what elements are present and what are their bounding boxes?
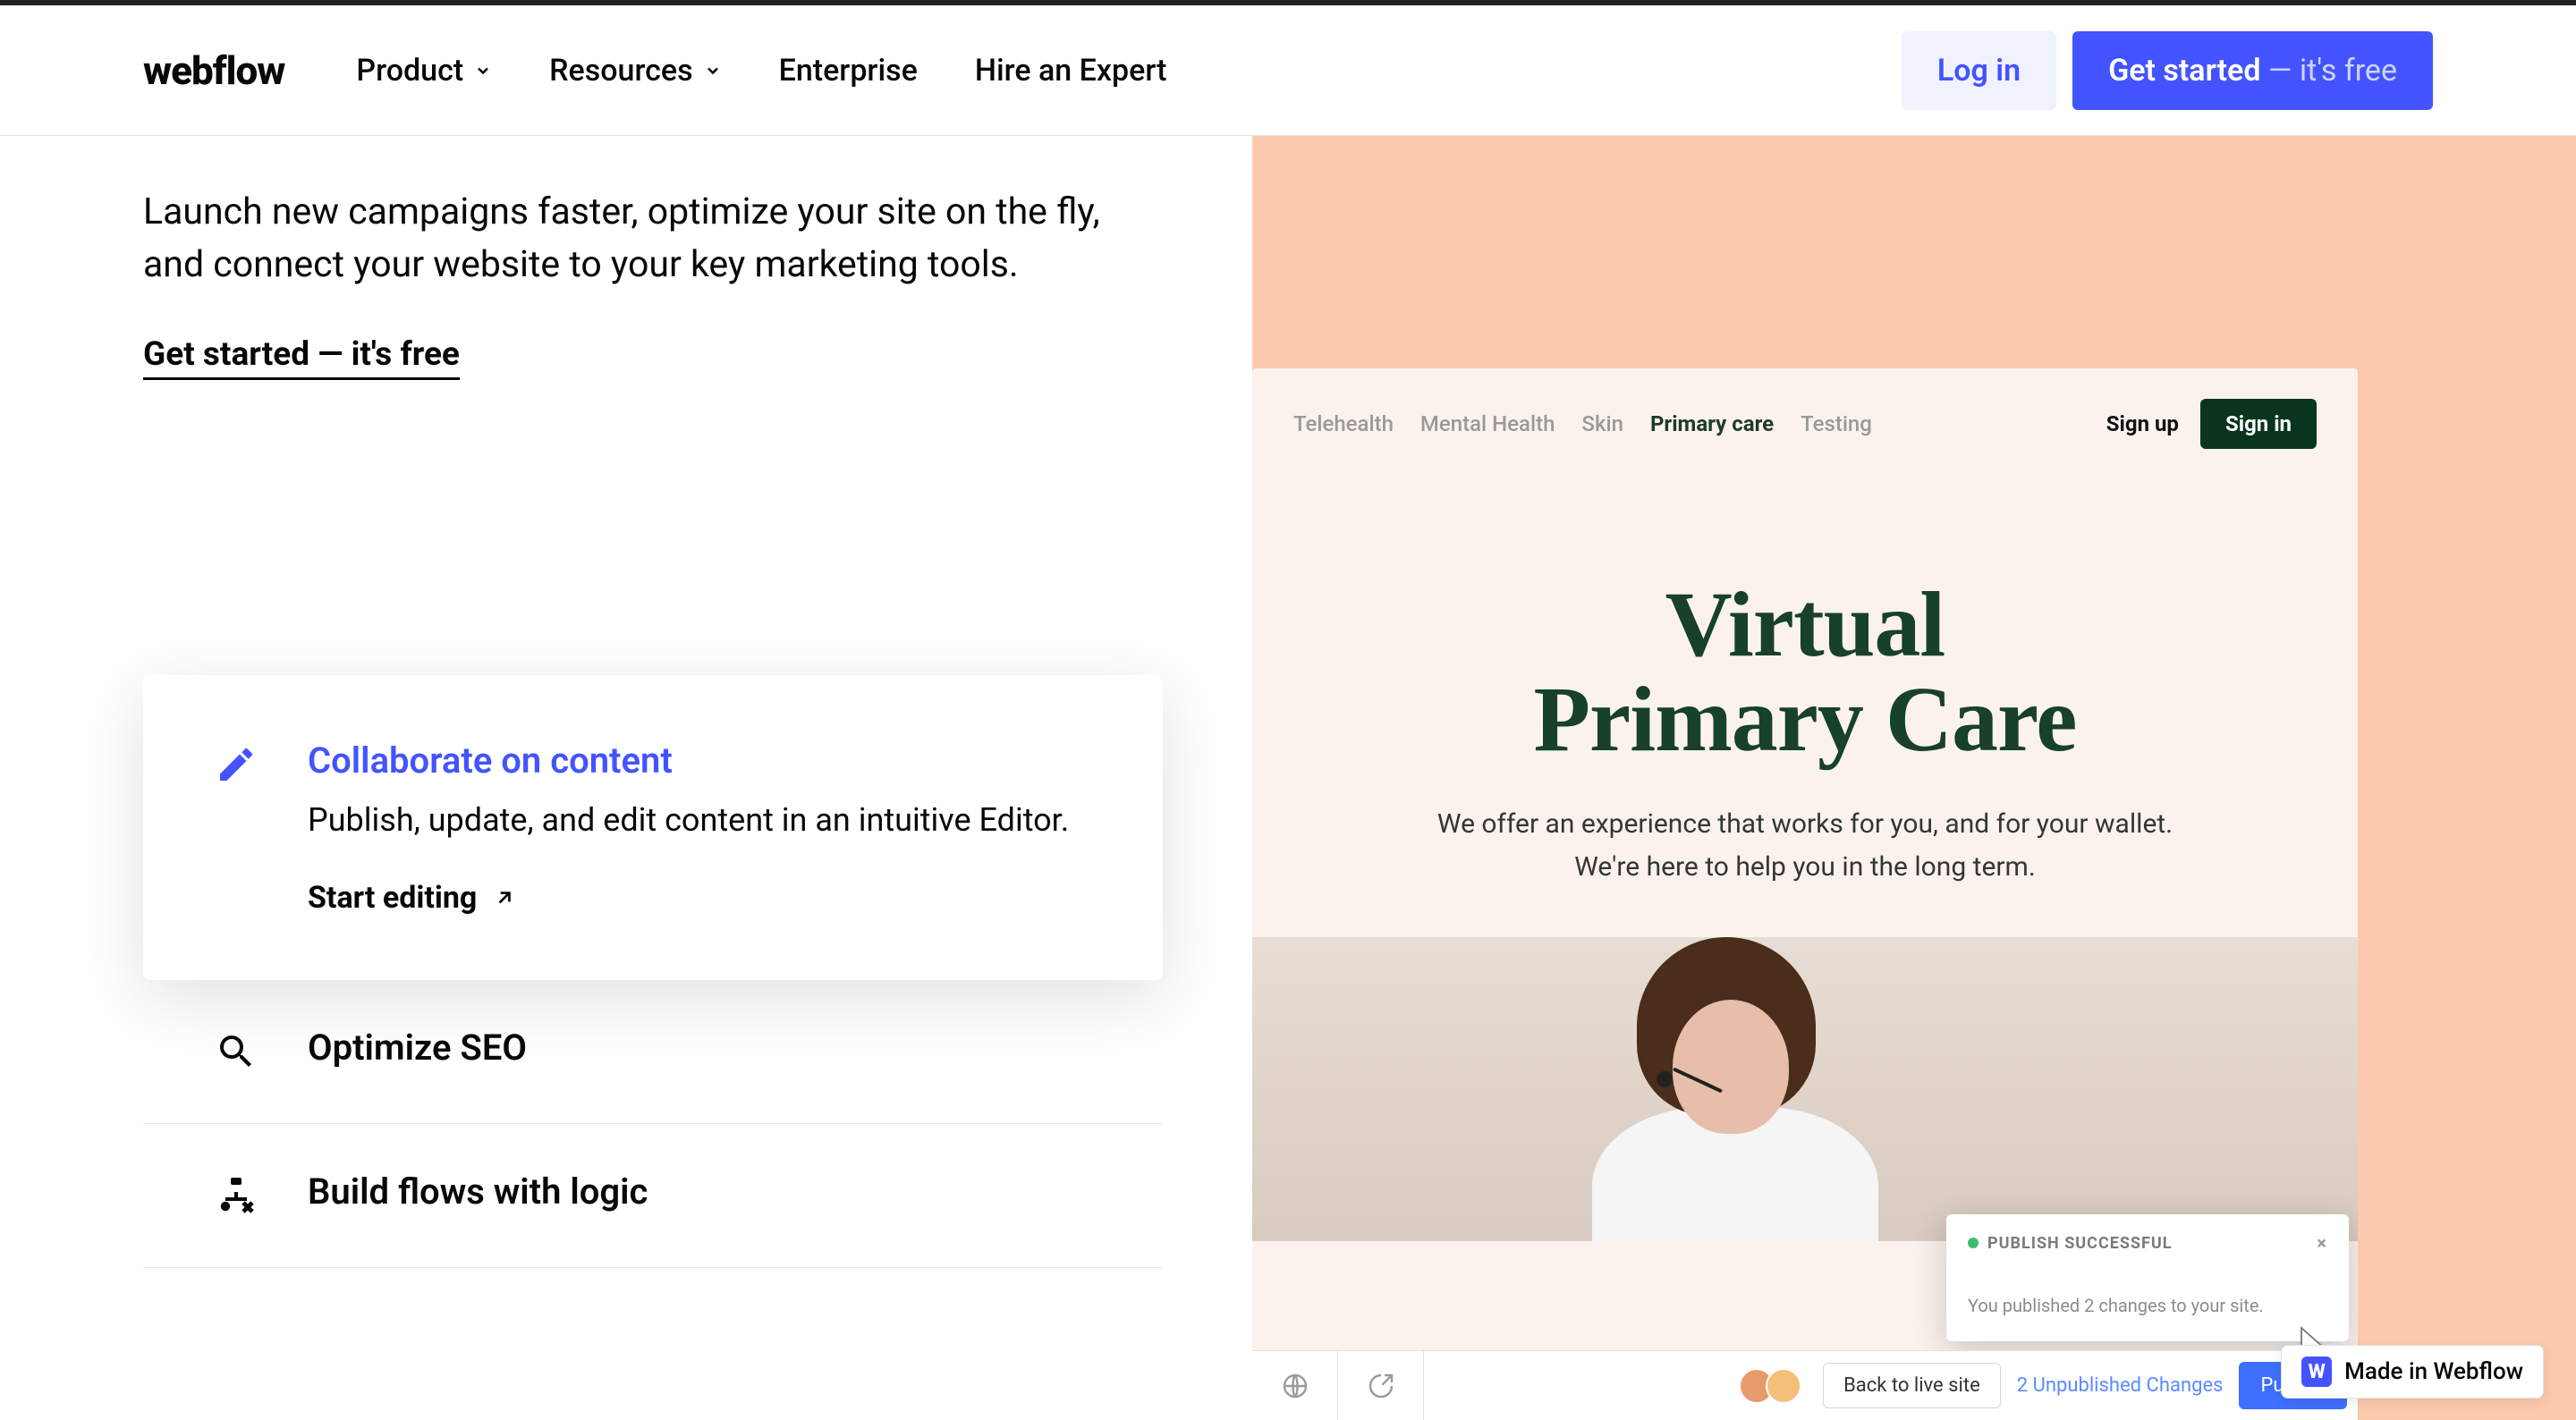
sign-up-link[interactable]: Sign up [2106,411,2179,436]
hero-title-line1: Virtual [1665,573,1945,676]
card-action-label: Start editing [308,880,477,916]
nav-item-label: Product [356,53,463,89]
tab-testing[interactable]: Testing [1801,411,1872,436]
site-hero-image [1252,937,2358,1241]
site-hero-sub: We offer an experience that works for yo… [1420,803,2190,889]
unpublished-changes-link[interactable]: 2 Unpublished Changes [2017,1374,2224,1397]
card-optimize-seo[interactable]: Optimize SEO [143,980,1163,1124]
card-title: Collaborate on content [308,740,1109,782]
globe-icon[interactable] [1252,1351,1338,1420]
editor-bottom-bar: Back to live site 2 Unpublished Changes … [1252,1350,2358,1420]
main-content: Launch new campaigns faster, optimize yo… [0,136,2576,1420]
card-desc: Publish, update, and edit content in an … [308,798,1109,842]
toast-title: PUBLISH SUCCESSFUL [1987,1234,2173,1253]
card-title: Optimize SEO [308,1027,1109,1069]
tab-telehealth[interactable]: Telehealth [1293,411,1394,436]
site-nav: Telehealth Mental Health Skin Primary ca… [1252,368,2358,479]
brand-logo[interactable]: webflow [143,47,284,94]
nav-links: Product Resources Enterprise Hire an Exp… [356,53,1166,89]
card-icon-wrap [215,743,265,790]
hero-title-line2: Primary Care [1534,668,2077,771]
main-nav: webflow Product Resources Enterprise Hir… [0,5,2576,136]
nav-item-label: Resources [549,53,692,89]
collaborator-avatars[interactable] [1748,1368,1801,1404]
login-button[interactable]: Log in [1902,31,2056,110]
card-build-flows[interactable]: Build flows with logic [143,1124,1163,1268]
card-icon-wrap [215,1174,265,1221]
cta-suffix-text: — it's free [2261,53,2398,89]
tab-mental-health[interactable]: Mental Health [1420,411,1555,436]
flow-icon [215,1174,258,1217]
avatar [1766,1368,1801,1404]
person-face-shape [1673,1000,1789,1134]
card-title: Build flows with logic [308,1171,1109,1213]
made-in-webflow-badge[interactable]: W Made in Webflow [2281,1345,2544,1399]
get-started-button[interactable]: Get started — it's free [2072,31,2433,110]
inline-get-started-link[interactable]: Get started — it's free [143,335,460,380]
card-icon-wrap [215,1030,265,1077]
share-icon[interactable] [1338,1351,1424,1420]
card-action-link[interactable]: Start editing [308,880,1109,916]
nav-item-label: Hire an Expert [975,53,1167,89]
hero-lead: Launch new campaigns faster, optimize yo… [143,186,1127,292]
search-icon [215,1030,258,1073]
site-hero-title: Virtual Primary Care [1306,578,2304,767]
publish-toast: PUBLISH SUCCESSFUL × You published 2 cha… [1946,1214,2349,1341]
chevron-down-icon [704,62,722,80]
nav-item-hire-expert[interactable]: Hire an Expert [975,53,1167,89]
nav-item-product[interactable]: Product [356,53,492,89]
tab-skin[interactable]: Skin [1581,411,1623,436]
nav-item-enterprise[interactable]: Enterprise [779,53,918,89]
chevron-down-icon [474,62,492,80]
nav-item-resources[interactable]: Resources [549,53,721,89]
left-column: Launch new campaigns faster, optimize yo… [143,136,1252,1420]
sign-in-button[interactable]: Sign in [2200,399,2317,449]
back-to-live-site-button[interactable]: Back to live site [1823,1363,2001,1408]
previewed-site: Telehealth Mental Health Skin Primary ca… [1252,368,2358,1420]
toast-close-icon[interactable]: × [2317,1232,2327,1254]
site-hero: Virtual Primary Care We offer an experie… [1252,479,2358,937]
toast-body: You published 2 changes to your site. [1968,1295,2327,1316]
card-collaborate[interactable]: Collaborate on content Publish, update, … [143,675,1163,980]
preview-pane: Telehealth Mental Health Skin Primary ca… [1252,136,2576,1420]
cta-main-text: Get started [2108,53,2260,89]
tab-primary-care[interactable]: Primary care [1650,411,1774,436]
success-dot-icon [1968,1238,1979,1248]
feature-cards: Collaborate on content Publish, update, … [143,675,1163,1268]
edit-icon [215,743,258,786]
arrow-up-right-icon [493,886,516,909]
site-tabs: Telehealth Mental Health Skin Primary ca… [1293,411,1872,436]
badge-label: Made in Webflow [2344,1358,2523,1385]
nav-item-label: Enterprise [779,53,918,89]
webflow-glyph-icon: W [2301,1357,2332,1387]
